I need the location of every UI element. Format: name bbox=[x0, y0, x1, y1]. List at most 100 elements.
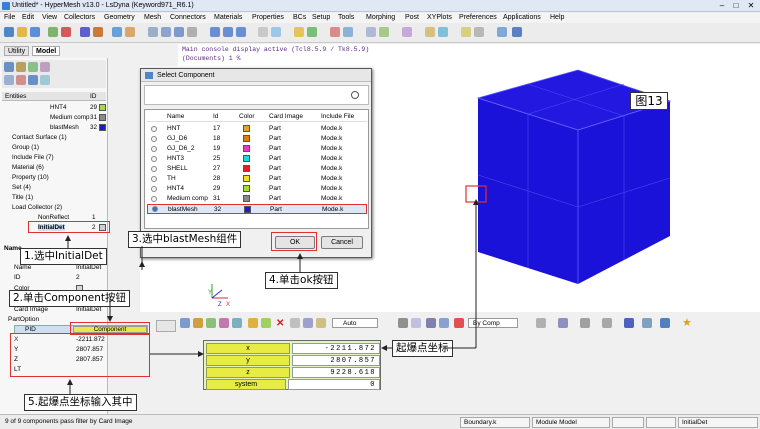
vis-icon[interactable] bbox=[261, 318, 271, 328]
vis-icon[interactable] bbox=[290, 318, 300, 328]
menu-morphing[interactable]: Morphing bbox=[366, 14, 395, 21]
list-item[interactable]: Medium comp 31 Part Mode.k bbox=[147, 194, 367, 204]
tree-item-blastmesh[interactable]: blastMesh bbox=[50, 124, 79, 131]
tree-folder-title[interactable]: Title (1) bbox=[12, 194, 33, 201]
menu-materials[interactable]: Materials bbox=[214, 14, 242, 21]
check-icon[interactable] bbox=[379, 27, 389, 37]
menu-properties[interactable]: Properties bbox=[252, 14, 284, 21]
radio-button[interactable] bbox=[151, 126, 157, 132]
vis-icon[interactable] bbox=[536, 318, 546, 328]
status-blank[interactable] bbox=[646, 417, 676, 428]
folder-icon[interactable] bbox=[125, 27, 135, 37]
radio-button[interactable] bbox=[151, 136, 157, 142]
minimize-button[interactable]: – bbox=[716, 1, 728, 10]
menu-applications[interactable]: Applications bbox=[503, 14, 541, 21]
find-icon[interactable] bbox=[307, 27, 317, 37]
radio-button[interactable] bbox=[151, 146, 157, 152]
radio-button[interactable] bbox=[151, 166, 157, 172]
hide-icon[interactable] bbox=[330, 27, 340, 37]
tool-icon[interactable] bbox=[512, 27, 522, 37]
radio-button[interactable] bbox=[151, 186, 157, 192]
radio-button-selected[interactable] bbox=[152, 206, 158, 212]
view-side-icon[interactable] bbox=[223, 27, 233, 37]
browser-tool-icon[interactable] bbox=[16, 62, 26, 72]
prop-value[interactable]: InitialDet bbox=[76, 264, 101, 271]
close-button[interactable]: ✕ bbox=[745, 1, 757, 10]
menu-file[interactable]: File bbox=[4, 14, 15, 21]
export-icon[interactable] bbox=[61, 27, 71, 37]
view-front-icon[interactable] bbox=[210, 27, 220, 37]
import-icon[interactable] bbox=[48, 27, 58, 37]
tree-item-nonreflect[interactable]: NonReflect bbox=[38, 214, 69, 221]
menu-view[interactable]: View bbox=[42, 14, 57, 21]
vis-icon[interactable] bbox=[206, 318, 216, 328]
tree-folder-load-collector[interactable]: Load Collector (2) bbox=[12, 204, 62, 211]
tree-folder-include[interactable]: Include File (7) bbox=[12, 154, 54, 161]
maximize-button[interactable]: □ bbox=[730, 1, 742, 10]
editor-nav[interactable] bbox=[156, 320, 176, 332]
redo-icon[interactable] bbox=[93, 27, 103, 37]
status-blank[interactable] bbox=[612, 417, 644, 428]
radio-button[interactable] bbox=[151, 156, 157, 162]
column-include-file[interactable]: Include File bbox=[321, 112, 354, 122]
menu-edit[interactable]: Edit bbox=[22, 14, 34, 21]
mask-icon[interactable] bbox=[294, 27, 304, 37]
property-icon[interactable] bbox=[461, 27, 471, 37]
vis-icon[interactable] bbox=[558, 318, 568, 328]
vis-icon[interactable] bbox=[398, 318, 408, 328]
menu-help[interactable]: Help bbox=[550, 14, 564, 21]
tree-folder-property[interactable]: Property (10) bbox=[12, 174, 49, 181]
menu-mesh[interactable]: Mesh bbox=[144, 14, 161, 21]
list-item[interactable]: HNT3 25 Part Mode.k bbox=[147, 154, 367, 164]
mesh-icon[interactable] bbox=[402, 27, 412, 37]
vis-icon[interactable] bbox=[602, 318, 612, 328]
save-icon[interactable] bbox=[30, 27, 40, 37]
menu-bcs[interactable]: BCs bbox=[293, 14, 306, 21]
status-include[interactable]: Boundary.k bbox=[460, 417, 530, 428]
coord-input[interactable]: 0 bbox=[288, 379, 380, 390]
star-icon[interactable]: ★ bbox=[682, 316, 692, 329]
vis-icon[interactable] bbox=[439, 318, 449, 328]
fit-icon[interactable] bbox=[187, 27, 197, 37]
browser-tool-icon[interactable] bbox=[40, 62, 50, 72]
bycomp-dropdown[interactable]: By Comp bbox=[468, 318, 518, 328]
status-module[interactable]: Module Model bbox=[532, 417, 610, 428]
coord-input[interactable]: 9228.618 bbox=[292, 367, 380, 378]
column-card-image[interactable]: Card Image bbox=[269, 112, 303, 122]
vis-icon[interactable] bbox=[219, 318, 229, 328]
search-icon[interactable] bbox=[351, 91, 359, 99]
menu-xyplots[interactable]: XYPlots bbox=[427, 14, 452, 21]
tree-folder-material[interactable]: Material (6) bbox=[12, 164, 44, 171]
menu-connectors[interactable]: Connectors bbox=[170, 14, 206, 21]
tab-model[interactable]: Model bbox=[32, 46, 61, 56]
menu-post[interactable]: Post bbox=[405, 14, 419, 21]
sum-icon[interactable] bbox=[497, 27, 507, 37]
list-item[interactable]: GJ_D6 18 Part Mode.k bbox=[147, 134, 367, 144]
list-item[interactable]: HNT 17 Part Mode.k bbox=[147, 124, 367, 134]
menu-tools[interactable]: Tools bbox=[338, 14, 354, 21]
delete-icon[interactable]: ✕ bbox=[276, 318, 284, 329]
list-item[interactable]: GJ_D6_2 19 Part Mode.k bbox=[147, 144, 367, 154]
tree-folder-group[interactable]: Group (1) bbox=[12, 144, 39, 151]
vis-icon[interactable] bbox=[642, 318, 652, 328]
vis-icon[interactable] bbox=[411, 318, 421, 328]
menu-collectors[interactable]: Collectors bbox=[64, 14, 95, 21]
coord-input[interactable]: 2807.857 bbox=[292, 355, 380, 366]
radio-button[interactable] bbox=[151, 196, 157, 202]
browser-tool-icon[interactable] bbox=[4, 75, 14, 85]
column-color[interactable]: Color bbox=[239, 112, 255, 122]
undo-icon[interactable] bbox=[80, 27, 90, 37]
browser-tool-icon[interactable] bbox=[16, 75, 26, 85]
new-icon[interactable] bbox=[4, 27, 14, 37]
tree-item-medium-comp[interactable]: Medium comp bbox=[50, 114, 90, 121]
component-icon[interactable] bbox=[425, 27, 435, 37]
vis-icon[interactable] bbox=[580, 318, 590, 328]
settings-icon[interactable] bbox=[474, 27, 484, 37]
browser-tool-icon[interactable] bbox=[4, 62, 14, 72]
shade-icon[interactable] bbox=[258, 27, 268, 37]
vis-icon[interactable] bbox=[426, 318, 436, 328]
vis-icon[interactable] bbox=[316, 318, 326, 328]
menu-setup[interactable]: Setup bbox=[312, 14, 330, 21]
tree-folder-contact[interactable]: Contact Surface (1) bbox=[12, 134, 67, 141]
browser-tool-icon[interactable] bbox=[28, 75, 38, 85]
